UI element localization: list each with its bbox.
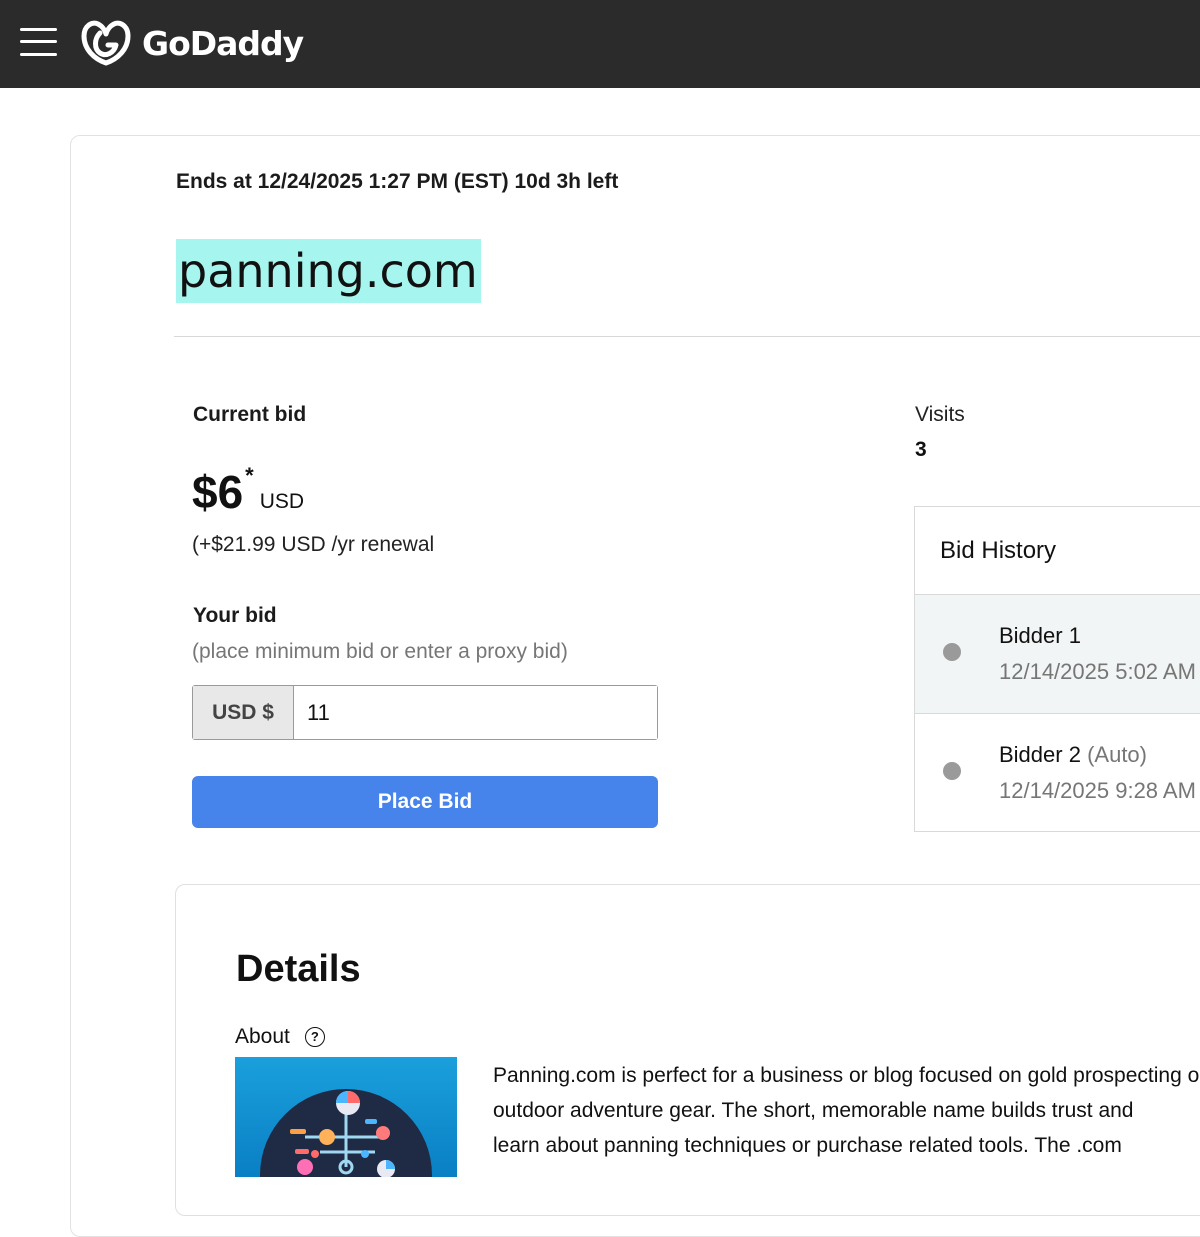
bid-history-row[interactable]: Bidder 2 (Auto) 12/14/2025 9:28 AM: [915, 713, 1200, 831]
place-bid-button[interactable]: Place Bid: [192, 776, 658, 828]
about-label: About ?: [235, 1025, 325, 1049]
bidder-name-text: Bidder 2: [999, 742, 1081, 767]
godaddy-logo-icon: [81, 20, 131, 66]
bid-history-row[interactable]: Bidder 1 12/14/2025 5:02 AM: [915, 594, 1200, 713]
domain-name-title: panning.com: [176, 239, 481, 303]
visits-count: 3: [915, 438, 927, 461]
bid-time: 12/14/2025 9:28 AM: [999, 778, 1196, 803]
description-line: Panning.com is perfect for a business or…: [493, 1064, 1200, 1087]
bidder-dot-icon: [943, 762, 961, 780]
bid-input-group: USD $: [192, 685, 658, 740]
bid-history-title: Bid History: [940, 537, 1057, 564]
current-bid-label: Current bid: [193, 403, 307, 426]
renewal-price: (+$21.99 USD /yr renewal: [192, 533, 435, 556]
your-bid-label: Your bid: [193, 604, 277, 627]
bid-time: 12/14/2025 5:02 AM: [999, 659, 1196, 684]
about-text: About: [235, 1025, 290, 1048]
visits-label: Visits: [915, 403, 965, 426]
bidder-name-text: Bidder 1: [999, 623, 1081, 648]
bid-history-panel: Bid History Bidder 1 12/14/2025 5:02 AM …: [914, 506, 1200, 832]
price-asterisk: *: [245, 463, 254, 488]
network-globe-illustration: [235, 1057, 457, 1177]
price-currency: USD: [259, 490, 305, 513]
description-line: outdoor adventure gear. The short, memor…: [493, 1099, 1134, 1122]
logo-text: GoDaddy: [142, 23, 304, 63]
divider: [174, 336, 1200, 337]
hamburger-menu-icon[interactable]: [20, 26, 58, 58]
details-title: Details: [236, 948, 361, 990]
description-line: learn about panning techniques or purcha…: [493, 1134, 1122, 1157]
bidder-name: Bidder 2 (Auto): [999, 742, 1147, 768]
auto-bid-tag: (Auto): [1087, 742, 1147, 767]
current-bid-amount: $6: [192, 466, 244, 518]
godaddy-logo[interactable]: GoDaddy: [78, 15, 304, 71]
bidder-name: Bidder 1: [999, 623, 1081, 649]
currency-prefix: USD $: [193, 686, 294, 739]
bidder-dot-icon: [943, 643, 961, 661]
your-bid-hint: (place minimum bid or enter a proxy bid): [192, 640, 568, 663]
question-circle-icon[interactable]: ?: [304, 1027, 325, 1047]
bid-amount-input[interactable]: [294, 686, 657, 739]
top-navigation-bar: GoDaddy: [0, 0, 1200, 88]
current-bid-price: $6 * USD: [192, 463, 305, 519]
domain-description: Panning.com is perfect for a business or…: [493, 1058, 1200, 1163]
auction-end-time: Ends at 12/24/2025 1:27 PM (EST) 10d 3h …: [176, 170, 619, 193]
